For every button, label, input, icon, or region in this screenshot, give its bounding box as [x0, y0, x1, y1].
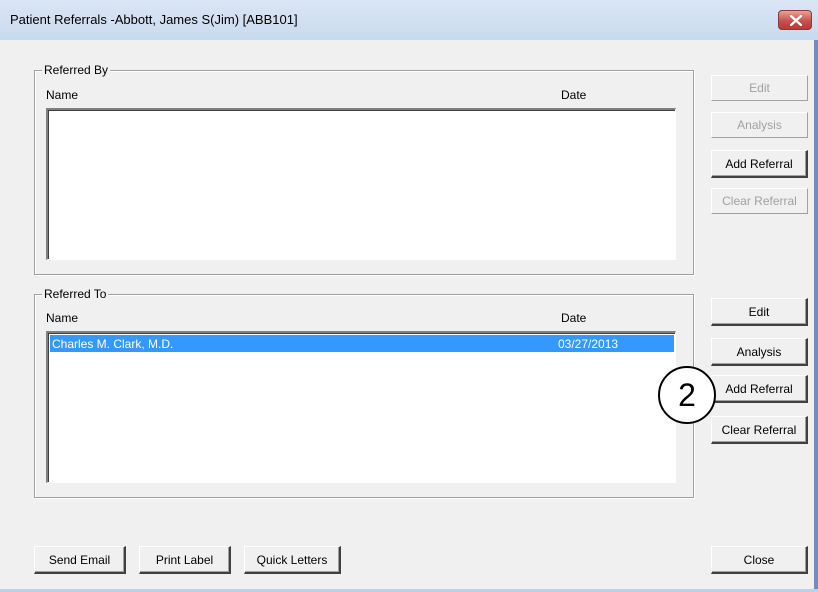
referred-by-add-referral-button[interactable]: Add Referral [711, 150, 808, 178]
referred-to-clear-referral-button[interactable]: Clear Referral [711, 416, 808, 444]
referred-by-legend: Referred By [42, 63, 111, 77]
window-title: Patient Referrals -Abbott, James S(Jim) … [10, 12, 298, 27]
send-email-button[interactable]: Send Email [34, 546, 126, 574]
step-callout: 2 [658, 366, 716, 424]
referral-date: 03/27/2013 [558, 337, 619, 351]
close-icon [790, 15, 802, 26]
referred-by-date-header: Date [561, 88, 587, 102]
close-button[interactable]: Close [711, 546, 808, 574]
referred-to-row[interactable]: Charles M. Clark, M.D. 03/27/2013 [50, 335, 674, 352]
title-bar[interactable]: Patient Referrals -Abbott, James S(Jim) … [0, 0, 818, 40]
window-frame-right [814, 40, 818, 592]
referral-name: Charles M. Clark, M.D. [52, 337, 174, 351]
referred-to-date-header: Date [561, 311, 587, 325]
patient-referrals-window: Patient Referrals -Abbott, James S(Jim) … [0, 0, 818, 592]
referred-to-analysis-button[interactable]: Analysis [711, 338, 808, 366]
quick-letters-button[interactable]: Quick Letters [244, 546, 341, 574]
referred-by-list[interactable] [46, 108, 676, 260]
referred-by-clear-referral-button[interactable]: Clear Referral [711, 188, 808, 214]
print-label-button[interactable]: Print Label [139, 546, 231, 574]
referred-to-add-referral-button[interactable]: Add Referral [711, 375, 808, 403]
referred-to-legend: Referred To [42, 287, 109, 301]
referred-to-list[interactable]: Charles M. Clark, M.D. 03/27/2013 [46, 331, 676, 483]
referred-to-name-header: Name [46, 311, 79, 325]
referred-by-analysis-button[interactable]: Analysis [711, 112, 808, 138]
referred-to-edit-button[interactable]: Edit [711, 298, 808, 326]
referred-by-name-header: Name [46, 88, 79, 102]
referred-by-edit-button[interactable]: Edit [711, 75, 808, 101]
close-window-button[interactable] [778, 10, 812, 30]
